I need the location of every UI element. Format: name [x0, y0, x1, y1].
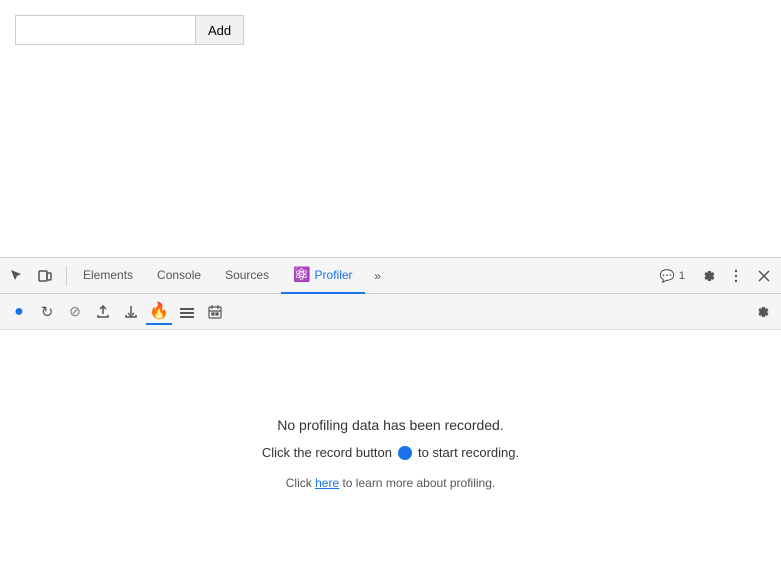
- more-options-button[interactable]: [723, 263, 749, 289]
- tabbar-right: 💬 1: [652, 263, 777, 289]
- reload-record-button[interactable]: ↻: [34, 299, 60, 325]
- close-devtools-button[interactable]: [751, 263, 777, 289]
- learn-more-prefix: Click: [286, 476, 315, 490]
- load-profile-button[interactable]: [90, 299, 116, 325]
- record-button[interactable]: ●: [6, 299, 32, 325]
- coverage-button[interactable]: [202, 299, 228, 325]
- device-toolbar-button[interactable]: [32, 263, 58, 289]
- add-form: Add: [15, 15, 244, 45]
- chart-button[interactable]: [174, 299, 200, 325]
- no-data-message: No profiling data has been recorded. Cli…: [262, 417, 519, 490]
- record-dot-indicator: [398, 446, 412, 460]
- instruction-suffix: to start recording.: [418, 445, 519, 460]
- tab-console[interactable]: Console: [145, 258, 213, 294]
- learn-more-suffix: to learn more about profiling.: [339, 476, 495, 490]
- profiler-settings-button[interactable]: [749, 299, 775, 325]
- no-data-instruction: Click the record button to start recordi…: [262, 445, 519, 460]
- tab-elements[interactable]: Elements: [71, 258, 145, 294]
- devtools-icons-left: [4, 263, 58, 289]
- profiler-toolbar: ● ↻ ⊘ 🔥: [0, 294, 781, 330]
- tab-profiler-label: Profiler: [315, 268, 353, 282]
- instruction-prefix: Click the record button: [262, 445, 392, 460]
- settings-button[interactable]: [695, 263, 721, 289]
- message-icon: 💬: [660, 269, 675, 283]
- learn-more-link[interactable]: here: [315, 476, 339, 490]
- tab-profiler[interactable]: ⚛️ Profiler: [281, 258, 364, 294]
- profiler-icon: ⚛️: [293, 266, 310, 283]
- tab-sources[interactable]: Sources: [213, 258, 281, 294]
- devtools-tabbar: Elements Console Sources ⚛️ Profiler » 💬…: [0, 258, 781, 294]
- add-input[interactable]: [15, 15, 195, 45]
- learn-more-text: Click here to learn more about profiling…: [262, 476, 519, 490]
- more-tabs-icon: »: [374, 269, 381, 283]
- tabbar-separator: [66, 266, 67, 286]
- message-badge-button[interactable]: 💬 1: [652, 267, 693, 285]
- clear-button[interactable]: ⊘: [62, 299, 88, 325]
- no-data-title: No profiling data has been recorded.: [262, 417, 519, 433]
- devtools-content: No profiling data has been recorded. Cli…: [0, 330, 781, 577]
- add-button[interactable]: Add: [195, 15, 244, 45]
- tab-sources-label: Sources: [225, 268, 269, 282]
- message-count: 1: [679, 270, 685, 282]
- browser-content: Add: [0, 0, 781, 258]
- flamechart-button[interactable]: 🔥: [146, 299, 172, 325]
- save-profile-button[interactable]: [118, 299, 144, 325]
- tab-elements-label: Elements: [83, 268, 133, 282]
- devtools-panel: Elements Console Sources ⚛️ Profiler » 💬…: [0, 257, 781, 577]
- tab-console-label: Console: [157, 268, 201, 282]
- more-tabs-button[interactable]: »: [365, 263, 391, 289]
- inspect-element-button[interactable]: [4, 263, 30, 289]
